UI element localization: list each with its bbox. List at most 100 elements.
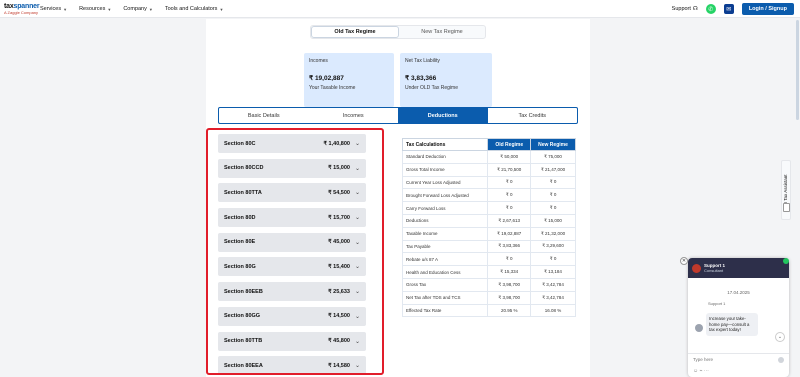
tax-calculations-table: Tax Calculations Old Regime New Regime S…: [401, 138, 576, 318]
chat-date: 17.04.2025: [727, 290, 750, 295]
old-regime-option[interactable]: Old Tax Regime: [311, 26, 399, 38]
chat-message: Increase your take-home pay—consult a ta…: [706, 313, 758, 336]
old-regime-value: ₹ 2,67,613: [487, 213, 532, 228]
logo-text-a: tax: [4, 3, 14, 10]
old-regime-value: 20.95 %: [487, 303, 532, 318]
incomes-label: Incomes: [309, 58, 328, 64]
chat-header: Support 1 Consultant: [688, 258, 789, 278]
new-regime-value: ₹ 21,47,000: [530, 162, 576, 177]
new-regime-value: ₹ 15,000: [530, 213, 576, 228]
col-header-tax-calculations: Tax Calculations: [401, 138, 489, 151]
chevron-down-icon: ▼: [107, 6, 112, 12]
chat-message-sender: Support 1: [708, 301, 726, 306]
new-regime-value: ₹ 3,42,784: [530, 290, 576, 305]
new-regime-value: ₹ 0: [530, 188, 576, 203]
row-label: Standard Deduction: [401, 150, 489, 164]
nav-tools[interactable]: Tools and Calculators ▼: [165, 6, 224, 12]
old-regime-value: ₹ 0: [487, 201, 532, 215]
row-label: Effected Tax Rate: [401, 303, 489, 318]
table-row: Taxable Income ₹ 19,02,887 ₹ 21,32,000: [401, 226, 576, 241]
tab-tax-credits[interactable]: Tax Credits: [488, 108, 578, 123]
net-tax-liability-box: Net Tax Liability ₹ 3,83,366 Under OLD T…: [400, 53, 492, 107]
chat-close-icon[interactable]: ✕: [680, 257, 688, 265]
nav-company-label: Company: [123, 6, 147, 12]
table-row: Current Year Loss Adjusted ₹ 0 ₹ 0: [401, 175, 576, 190]
nav-links: Services ▼ Resources ▼ Company ▼ Tools and …: [40, 6, 223, 12]
new-regime-value: ₹ 0: [530, 175, 576, 190]
chevron-down-icon: ▼: [148, 6, 153, 12]
table-row: Carry Forward Loss ₹ 0 ₹ 0: [401, 201, 576, 215]
old-regime-value: ₹ 0: [487, 252, 532, 267]
document-icon[interactable]: [783, 203, 790, 212]
page-scrollbar[interactable]: [796, 20, 799, 120]
table-row: Net Tax after TDS and TCS ₹ 3,98,700 ₹ 3,4…: [401, 290, 576, 305]
old-regime-value: ₹ 15,334: [487, 265, 532, 279]
tab-basic-details[interactable]: Basic Details: [219, 108, 309, 123]
nav-company[interactable]: Company ▼: [123, 6, 153, 12]
regime-toggle: Old Tax Regime New Tax Regime: [310, 25, 486, 39]
liability-label: Net Tax Liability: [405, 58, 440, 64]
chevron-down-icon: ▼: [63, 6, 68, 12]
old-regime-value: ₹ 50,000: [487, 150, 532, 164]
table-row: Rebate u/s 87 A ₹ 0 ₹ 0: [401, 252, 576, 267]
mail-icon[interactable]: ✉: [723, 4, 734, 14]
top-navbar: taxspanner A Zaggle Company Services ▼ Re…: [0, 0, 800, 18]
table-row: Effected Tax Rate 20.95 % 16.08 %: [401, 303, 576, 318]
row-label: Brought Forward Loss Adjusted: [401, 188, 489, 203]
login-signup-button[interactable]: Login / Signup: [741, 3, 794, 15]
support-link[interactable]: Support ☊: [672, 6, 698, 12]
section-tabs: Basic Details Incomes Deductions Tax Cre…: [218, 107, 578, 124]
chat-input[interactable]: Type here ☺ ⌁ ⋯: [688, 353, 789, 377]
old-regime-value: ₹ 21,70,500: [487, 162, 532, 177]
tab-incomes[interactable]: Incomes: [309, 108, 399, 123]
agent-avatar: [692, 263, 701, 273]
row-label: Net Tax after TDS and TCS: [401, 290, 489, 305]
new-regime-option[interactable]: New Tax Regime: [399, 26, 485, 38]
incomes-sub: Your Taxable Income: [309, 85, 356, 91]
table-row: Standard Deduction ₹ 50,000 ₹ 75,000: [401, 150, 576, 164]
old-regime-value: ₹ 0: [487, 175, 532, 190]
message-avatar: [695, 324, 703, 332]
new-regime-value: 16.08 %: [530, 303, 576, 318]
liability-sub: Under OLD Tax Regime: [405, 85, 458, 91]
row-label: Gross Tax: [401, 277, 489, 292]
chat-input-placeholder: Type here: [693, 357, 714, 362]
nav-right: Support ☊ ✆ ✉ Login / Signup: [672, 3, 794, 15]
more-icon[interactable]: ⋯: [704, 368, 709, 374]
new-regime-value: ₹ 13,184: [530, 265, 576, 279]
nav-services-label: Services: [40, 6, 62, 12]
nav-tools-label: Tools and Calculators: [164, 6, 218, 12]
send-icon[interactable]: [778, 357, 784, 363]
table-row: Gross Tax ₹ 3,98,700 ₹ 3,42,784: [401, 277, 576, 292]
old-regime-value: ₹ 3,98,700: [487, 277, 532, 292]
emoji-icon[interactable]: ☺: [693, 368, 698, 374]
row-label: Rebate u/s 87 A: [401, 252, 489, 267]
table-header-row: Tax Calculations Old Regime New Regime: [401, 138, 576, 151]
new-regime-value: ₹ 3,42,784: [530, 277, 576, 292]
logo-tagline: A Zaggle Company: [4, 10, 39, 15]
logo-text-b: spanner: [13, 3, 40, 10]
taxspanner-logo[interactable]: taxspanner A Zaggle Company: [4, 3, 40, 15]
online-status-icon: [783, 258, 789, 264]
sections-highlight-box: [206, 128, 384, 375]
nav-resources-label: Resources: [79, 6, 106, 12]
old-regime-value: ₹ 3,83,366: [487, 239, 532, 254]
row-label: Gross Total Income: [401, 162, 489, 177]
new-regime-value: ₹ 21,32,000: [530, 226, 576, 241]
nav-resources[interactable]: Resources ▼: [79, 6, 111, 12]
scroll-down-icon[interactable]: ⌄: [775, 332, 785, 342]
whatsapp-icon[interactable]: ✆: [705, 4, 716, 14]
chevron-down-icon: ▼: [219, 6, 224, 12]
nav-services[interactable]: Services ▼: [40, 6, 67, 12]
row-label: Deductions: [401, 213, 489, 228]
tab-deductions[interactable]: Deductions: [398, 108, 488, 123]
old-regime-value: ₹ 3,98,700: [487, 290, 532, 305]
headset-icon: ☊: [692, 6, 698, 12]
row-label: Taxable Income: [401, 226, 489, 241]
chat-widget: Support 1 Consultant 17.04.2025 Support …: [688, 258, 789, 377]
table-row: Tax Payable ₹ 3,83,366 ₹ 3,29,600: [401, 239, 576, 254]
liability-value: ₹ 3,83,366: [405, 75, 437, 82]
table-row: Deductions ₹ 2,67,613 ₹ 15,000: [401, 213, 576, 228]
support-label: Support: [671, 6, 691, 12]
attach-icon[interactable]: ⌁: [700, 368, 703, 374]
